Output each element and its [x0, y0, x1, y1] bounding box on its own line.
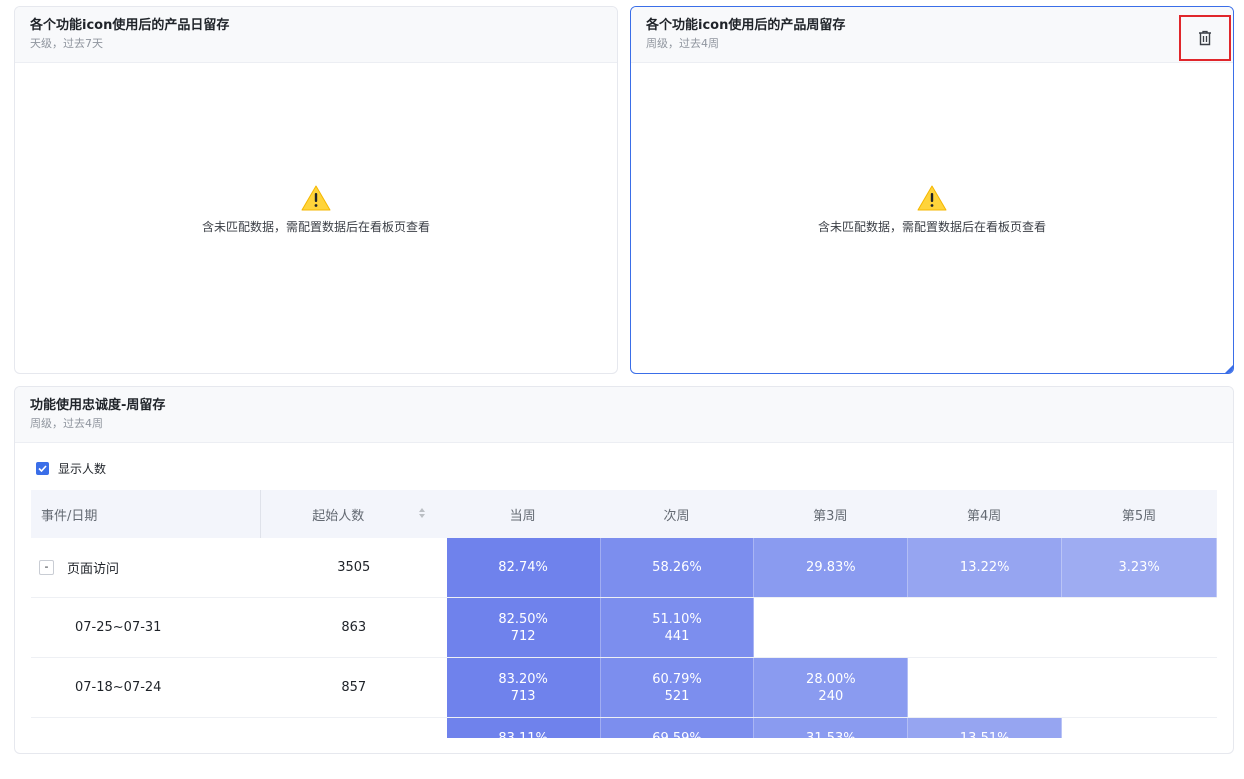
retention-cell: 82.74%	[446, 538, 601, 597]
table-header: 事件/日期 起始人数 当周 次周 第3周 第4周 第5周	[31, 490, 1217, 538]
retention-cell-empty	[1062, 598, 1217, 657]
retention-table: 事件/日期 起始人数 当周 次周 第3周 第4周 第5周 - 页面访问 3505…	[31, 490, 1217, 738]
retention-cell-empty	[908, 658, 1062, 717]
card-header: 各个功能icon使用后的产品周留存 周级，过去4周	[631, 7, 1233, 63]
retention-pct: 83.11%	[498, 730, 548, 738]
delete-button[interactable]	[1179, 15, 1231, 61]
retention-cell-empty	[754, 598, 908, 657]
show-count-toggle[interactable]: 显示人数	[36, 460, 106, 477]
start-count: 3505	[337, 560, 371, 575]
retention-cell: 83.11%	[446, 718, 601, 738]
date-range	[31, 718, 261, 738]
card-subtitle: 周级，过去4周	[30, 417, 103, 430]
show-count-label: 显示人数	[58, 462, 107, 476]
header-start-label: 起始人数	[312, 508, 365, 524]
card-header: 各个功能icon使用后的产品日留存 天级，过去7天	[15, 7, 617, 63]
card-title: 各个功能icon使用后的产品周留存	[646, 18, 846, 33]
trash-icon[interactable]	[1198, 30, 1212, 46]
retention-pct: 58.26%	[652, 560, 702, 575]
retention-pct: 29.83%	[806, 560, 856, 575]
retention-cell: 82.50% 712	[446, 598, 601, 657]
group-name: 页面访问	[67, 562, 120, 577]
retention-pct: 13.22%	[959, 560, 1010, 575]
header-start-count[interactable]: 起始人数	[261, 490, 446, 538]
retention-pct: 28.00%	[806, 671, 856, 687]
group-name-cell: - 页面访问	[31, 538, 261, 597]
retention-cell-empty	[1062, 718, 1217, 738]
retention-count: 713	[510, 688, 536, 704]
retention-cell: 83.20% 713	[446, 658, 601, 717]
retention-pct: 82.50%	[498, 611, 548, 627]
retention-pct: 60.79%	[652, 671, 702, 687]
header-week-next: 次周	[663, 508, 690, 524]
collapse-button[interactable]: -	[39, 560, 54, 575]
retention-pct: 83.20%	[498, 671, 548, 687]
start-count: 863	[341, 620, 367, 635]
retention-cell: 58.26%	[600, 538, 755, 597]
header-week-5: 第5周	[1121, 508, 1157, 524]
retention-cell: 13.51%	[908, 718, 1063, 738]
card-loyalty-retention[interactable]: 功能使用忠诚度-周留存 周级，过去4周 显示人数 事件/日期 起始人数 当周 次…	[14, 386, 1234, 754]
empty-state: 含未匹配数据，需配置数据后在看板页查看	[631, 185, 1233, 235]
sort-icon[interactable]	[418, 507, 426, 519]
table-row: 07-25~07-31 863 82.50% 712 51.10% 441	[31, 598, 1217, 658]
retention-count: 521	[664, 688, 690, 704]
date-range: 07-25~07-31	[75, 620, 162, 635]
check-icon	[38, 465, 47, 472]
resize-handle[interactable]	[1225, 365, 1233, 373]
table-row-group: - 页面访问 3505 82.74% 58.26% 29.83% 13.22% …	[31, 538, 1217, 598]
empty-state: 含未匹配数据，需配置数据后在看板页查看	[15, 185, 617, 235]
card-weekly-retention[interactable]: 各个功能icon使用后的产品周留存 周级，过去4周 含未匹配数据，需配置数据后在…	[630, 6, 1234, 374]
card-title: 功能使用忠诚度-周留存	[30, 398, 166, 413]
retention-count: 441	[664, 628, 690, 644]
card-header: 功能使用忠诚度-周留存 周级，过去4周	[15, 387, 1233, 443]
empty-message: 含未匹配数据，需配置数据后在看板页查看	[201, 220, 430, 234]
retention-count: 712	[510, 628, 536, 644]
retention-pct: 69.59%	[652, 730, 702, 738]
retention-cell: 60.79% 521	[600, 658, 755, 717]
header-event-date: 事件/日期	[31, 490, 261, 538]
retention-cell: 3.23%	[1062, 538, 1217, 597]
table-row: 83.11% 69.59% 31.53% 13.51%	[31, 718, 1217, 738]
warning-triangle-icon	[917, 185, 947, 211]
header-week-4: 第4周	[967, 508, 1002, 524]
retention-pct: 3.23%	[1118, 560, 1160, 575]
retention-count: 240	[818, 688, 844, 704]
start-count	[261, 718, 447, 738]
retention-cell: 69.59%	[600, 718, 755, 738]
empty-message: 含未匹配数据，需配置数据后在看板页查看	[817, 220, 1046, 234]
card-title: 各个功能icon使用后的产品日留存	[30, 18, 230, 33]
date-range: 07-18~07-24	[75, 680, 162, 695]
retention-cell-empty	[908, 598, 1062, 657]
retention-cell: 28.00% 240	[754, 658, 909, 717]
retention-pct: 82.74%	[498, 560, 548, 575]
start-count: 857	[341, 680, 367, 695]
retention-cell: 13.22%	[908, 538, 1063, 597]
show-count-checkbox[interactable]	[36, 462, 49, 475]
retention-cell-empty	[1062, 658, 1217, 717]
retention-cell: 31.53%	[754, 718, 909, 738]
header-week-3: 第3周	[813, 508, 848, 524]
retention-pct: 31.53%	[806, 730, 856, 738]
card-subtitle: 周级，过去4周	[646, 37, 719, 50]
retention-cell: 51.10% 441	[600, 598, 755, 657]
retention-pct: 51.10%	[652, 611, 702, 627]
retention-pct: 13.51%	[960, 730, 1010, 738]
warning-triangle-icon	[301, 185, 331, 211]
table-row: 07-18~07-24 857 83.20% 713 60.79% 521 28…	[31, 658, 1217, 718]
header-week-current: 当周	[509, 508, 536, 524]
retention-cell: 29.83%	[754, 538, 909, 597]
card-subtitle: 天级，过去7天	[30, 37, 103, 50]
card-daily-retention[interactable]: 各个功能icon使用后的产品日留存 天级，过去7天 含未匹配数据，需配置数据后在…	[14, 6, 618, 374]
